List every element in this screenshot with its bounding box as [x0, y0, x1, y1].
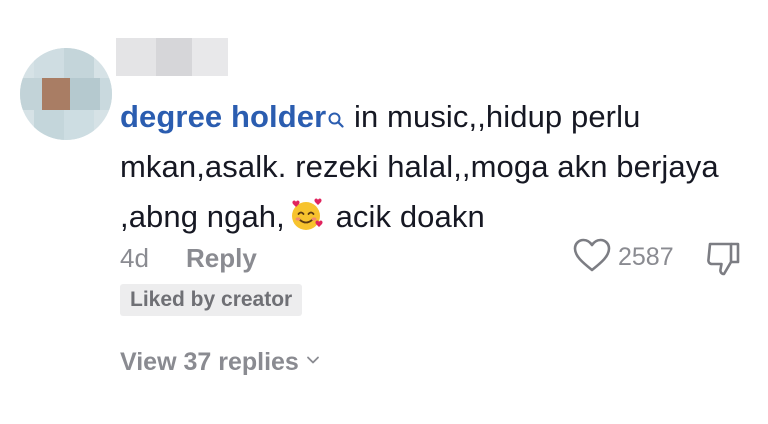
username-blurred	[116, 38, 228, 76]
view-replies-button[interactable]: View 37 replies	[120, 340, 321, 380]
reply-button[interactable]: Reply	[186, 238, 257, 278]
timestamp: 4d	[120, 243, 149, 273]
avatar[interactable]	[20, 48, 112, 140]
chevron-down-icon	[305, 340, 321, 364]
dislike-icon[interactable]	[704, 240, 742, 278]
liked-by-creator-badge: Liked by creator	[120, 284, 303, 316]
smiling-face-with-hearts-icon	[289, 197, 323, 231]
comment-item: degree holder in music,,hidup perlu mkan…	[0, 0, 768, 424]
like-button[interactable]: 2587	[572, 236, 674, 278]
comment-meta: 4d Reply	[120, 238, 257, 278]
like-count: 2587	[618, 242, 674, 271]
author-name[interactable]: degree holder	[120, 99, 326, 134]
view-replies-label: View 37 replies	[120, 348, 299, 376]
heart-icon[interactable]	[572, 237, 612, 278]
comment-text: degree holder in music,,hidup perlu mkan…	[120, 92, 740, 242]
comment-body-part2: acik doakn	[326, 199, 485, 234]
search-icon[interactable]	[327, 94, 345, 128]
